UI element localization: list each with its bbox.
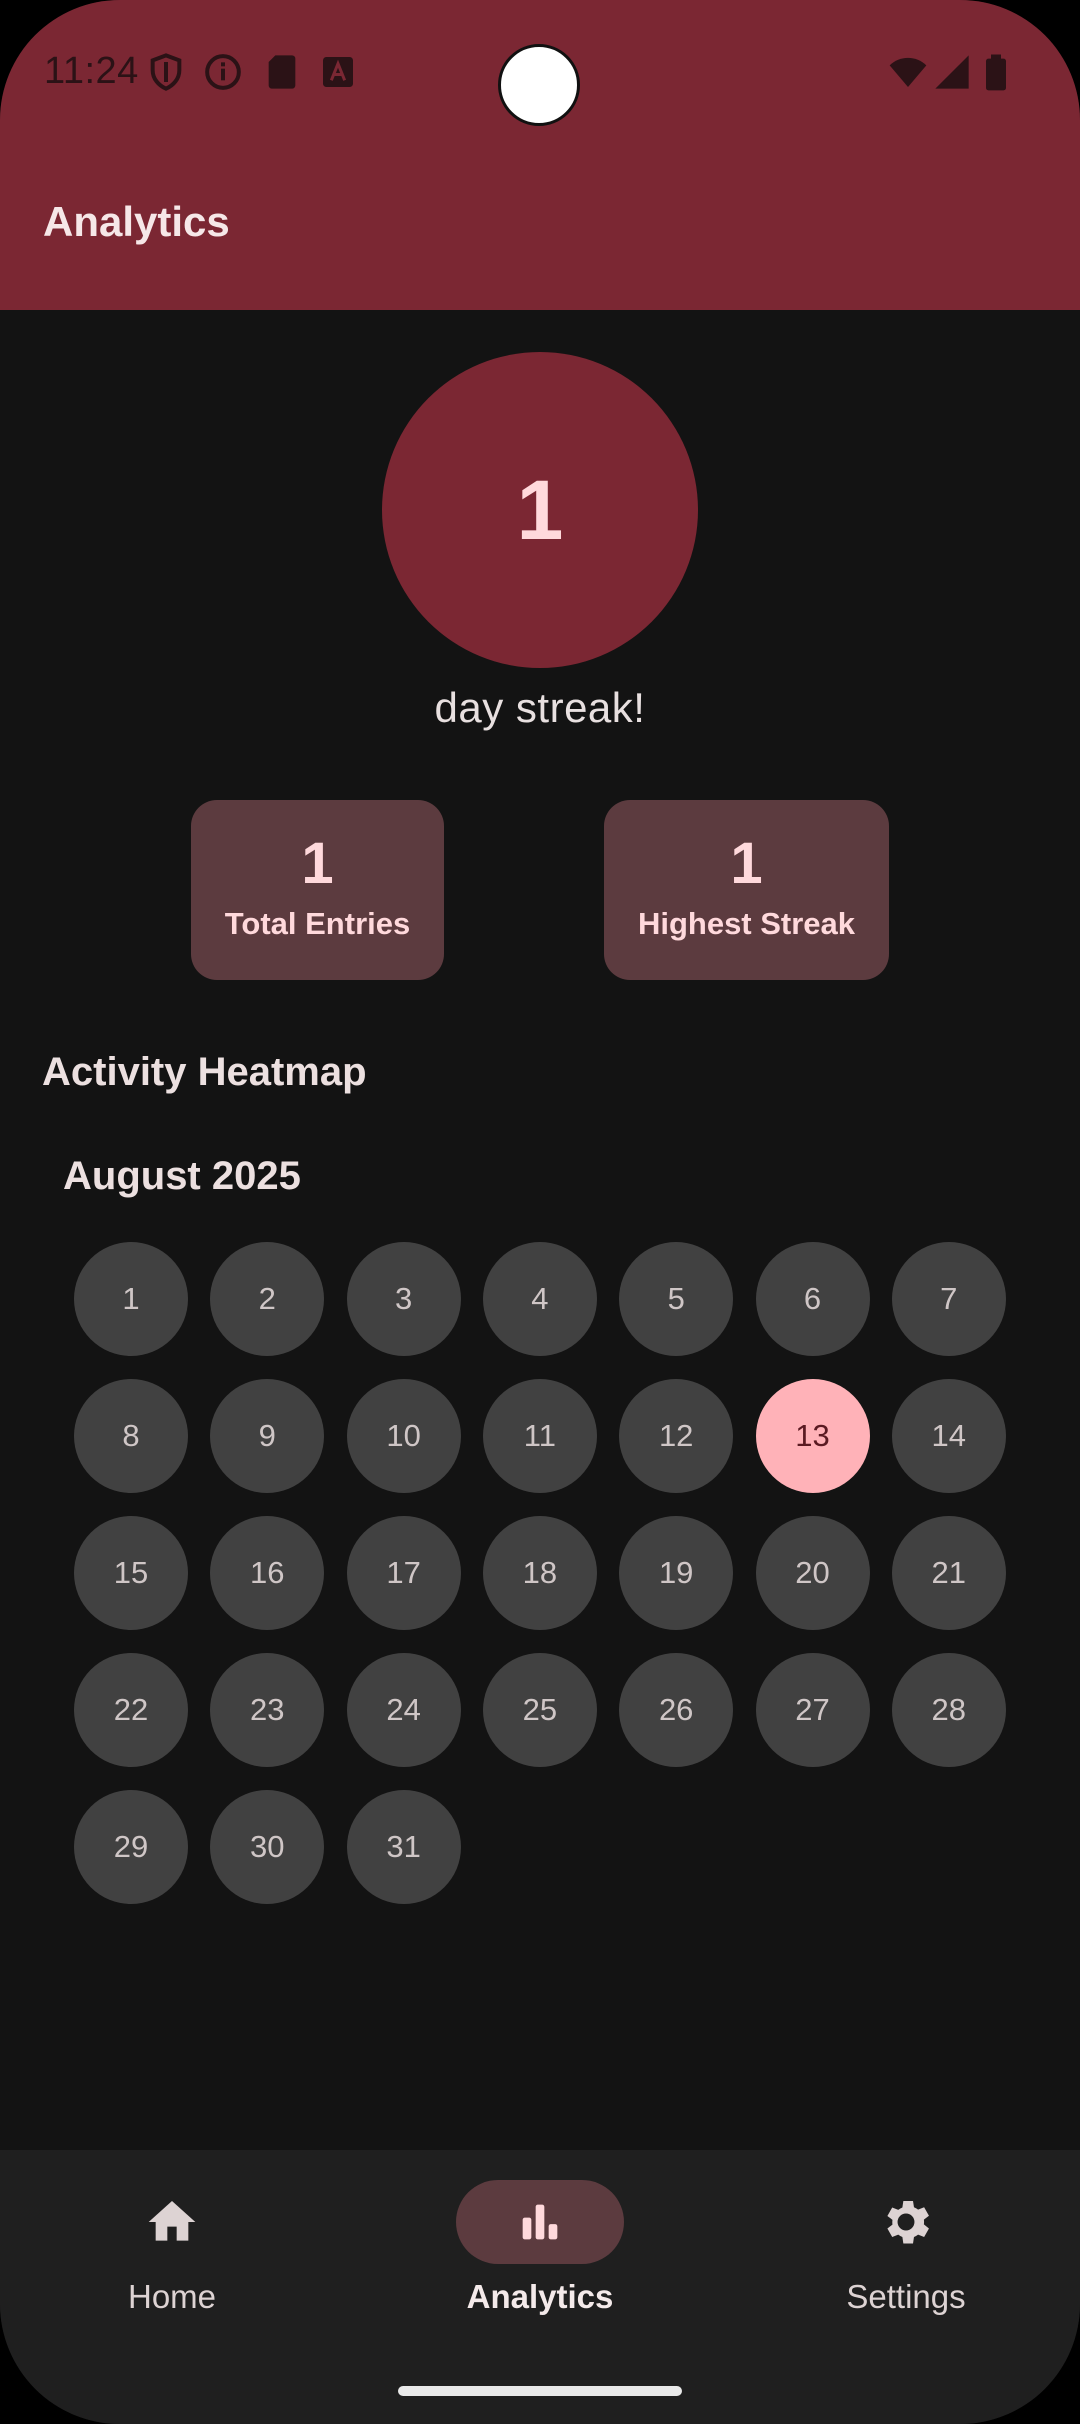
heatmap-day[interactable]: 19 (619, 1516, 734, 1630)
heatmap-day[interactable]: 18 (482, 1516, 597, 1630)
heatmap-day[interactable]: 6 (755, 1242, 870, 1356)
heatmap-day[interactable]: 28 (891, 1653, 1006, 1767)
gesture-home-indicator[interactable] (398, 2386, 682, 2396)
nav-analytics-label: Analytics (466, 2278, 614, 2315)
heatmap-day[interactable]: 15 (74, 1516, 188, 1630)
nav-home[interactable]: Home (22, 2180, 322, 2316)
sd-card-icon (268, 55, 296, 89)
info-icon (205, 54, 241, 90)
highest-streak-label: Highest Streak (637, 906, 856, 941)
streak-badge: 1 (382, 352, 698, 668)
nav-analytics-indicator (456, 2180, 624, 2264)
app-screen: 11:24 Analytics 1 day streak! 1 Total En… (0, 0, 1080, 2424)
heatmap-day[interactable]: 1 (74, 1242, 188, 1356)
gear-icon (887, 2200, 929, 2244)
highest-streak-card: 1 Highest Streak (604, 800, 889, 980)
streak-label: day streak! (434, 684, 646, 731)
battery-icon (986, 54, 1006, 91)
nav-home-label: Home (127, 2278, 217, 2315)
heatmap-day[interactable]: 12 (619, 1379, 734, 1493)
heatmap-day[interactable]: 29 (74, 1790, 188, 1904)
heatmap-section-title: Activity Heatmap (42, 1050, 367, 1094)
wifi-icon (889, 57, 927, 87)
heatmap-day[interactable]: 10 (346, 1379, 461, 1493)
signal-icon (935, 55, 969, 89)
heatmap-day[interactable]: 2 (210, 1242, 325, 1356)
page-title: Analytics (43, 198, 230, 245)
nav-settings[interactable]: Settings (756, 2180, 1056, 2316)
heatmap-day[interactable]: 20 (755, 1516, 870, 1630)
heatmap-day[interactable]: 26 (619, 1653, 734, 1767)
nav-settings-label: Settings (846, 2278, 966, 2315)
heatmap-day[interactable]: 30 (210, 1790, 325, 1904)
camera-cutout (498, 44, 580, 126)
accessibility-text-icon (323, 57, 353, 87)
heatmap-day[interactable]: 13 (755, 1379, 870, 1493)
heatmap-day[interactable]: 11 (482, 1379, 597, 1493)
heatmap-month-title: August 2025 (63, 1154, 301, 1198)
total-entries-card: 1 Total Entries (191, 800, 444, 980)
streak-count: 1 (516, 462, 564, 557)
heatmap-day[interactable]: 7 (891, 1242, 1006, 1356)
heatmap-day[interactable]: 9 (210, 1379, 325, 1493)
heatmap-day[interactable]: 8 (74, 1379, 188, 1493)
heatmap-day[interactable]: 24 (346, 1653, 461, 1767)
bottom-navigation-bar: Home Analytics Settings (0, 2150, 1080, 2424)
heatmap-day[interactable]: 5 (619, 1242, 734, 1356)
heatmap-day[interactable]: 3 (346, 1242, 461, 1356)
heatmap-day[interactable]: 23 (210, 1653, 325, 1767)
heatmap-day[interactable]: 27 (755, 1653, 870, 1767)
total-entries-value: 1 (301, 831, 334, 896)
bar-chart-icon (522, 2204, 558, 2240)
heatmap-day[interactable]: 14 (891, 1379, 1006, 1493)
highest-streak-value: 1 (730, 831, 763, 896)
heatmap-day[interactable]: 22 (74, 1653, 188, 1767)
top-app-bar: 11:24 Analytics (0, 0, 1080, 310)
home-icon (148, 2201, 196, 2241)
shield-icon (150, 53, 182, 91)
heatmap-day[interactable]: 31 (346, 1790, 461, 1904)
heatmap-day[interactable]: 16 (210, 1516, 325, 1630)
heatmap-day[interactable]: 17 (346, 1516, 461, 1630)
heatmap-day[interactable]: 4 (482, 1242, 597, 1356)
total-entries-label: Total Entries (224, 906, 411, 941)
heatmap-day[interactable]: 25 (482, 1653, 597, 1767)
heatmap-day[interactable]: 21 (891, 1516, 1006, 1630)
nav-analytics[interactable]: Analytics (390, 2180, 690, 2316)
status-time: 11:24 (44, 50, 139, 92)
